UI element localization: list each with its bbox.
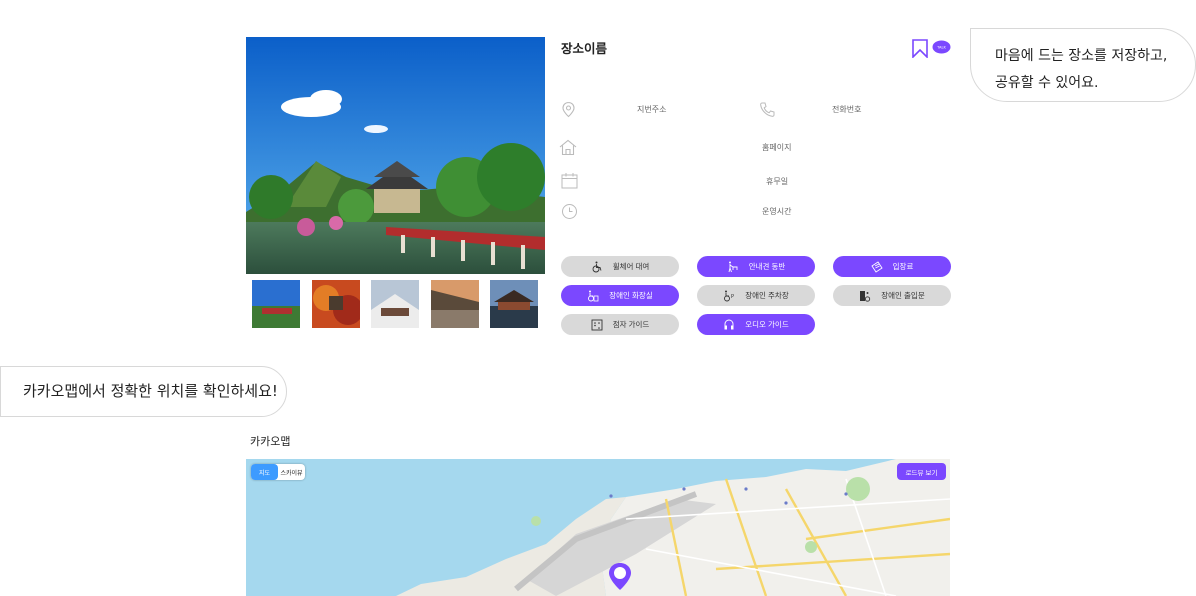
clock-icon	[561, 203, 578, 220]
feature-label: 장애인 화장실	[609, 291, 653, 300]
accessible-door-icon	[859, 290, 871, 302]
wheelchair-icon	[591, 261, 603, 273]
audio-guide-icon	[723, 319, 735, 331]
thumbnail-2[interactable]	[312, 280, 360, 328]
kakao-map[interactable]	[246, 459, 950, 596]
feature-label: 안내견 동반	[748, 262, 786, 271]
thumbnail-1[interactable]	[252, 280, 300, 328]
feature-label: 오디오 가이드	[745, 320, 789, 329]
feature-braille-guide-button[interactable]: 점자 가이드	[561, 314, 679, 335]
address-text: 지번주소	[637, 105, 667, 114]
accessible-toilet-icon	[587, 290, 599, 302]
talk-icon-label: TALK	[936, 46, 946, 50]
roadview-button[interactable]: 로드뷰 보기	[897, 463, 946, 480]
feature-label: 점자 가이드	[612, 320, 650, 329]
feature-admission-fee-button[interactable]: 입장료	[833, 256, 951, 277]
feature-accessible-toilet-button[interactable]: 장애인 화장실	[561, 285, 679, 306]
feature-label: 휠체어 대여	[612, 262, 650, 271]
tooltip-line-1: 마음에 드는 장소를 저장하고,	[995, 48, 1168, 64]
thumbnail-4[interactable]	[431, 280, 479, 328]
main-place-photo[interactable]	[246, 37, 545, 274]
guide-dog-icon	[727, 261, 739, 273]
feature-label: 장애인 주차장	[745, 291, 789, 300]
bookmark-icon[interactable]	[911, 39, 929, 59]
braille-icon	[591, 319, 603, 331]
feature-label: 입장료	[892, 262, 914, 271]
feature-label: 장애인 출입문	[881, 291, 925, 300]
feature-accessible-door-button[interactable]: 장애인 출입문	[833, 285, 951, 306]
feature-wheelchair-rental-button[interactable]: 휠체어 대여	[561, 256, 679, 277]
tooltip-line-2: 공유할 수 있어요.	[995, 75, 1099, 91]
homepage-text[interactable]: 홈페이지	[762, 142, 791, 153]
ticket-icon	[871, 260, 883, 273]
map-hint-tooltip: 카카오맵에서 정확한 위치를 확인하세요!	[0, 366, 287, 417]
phone-text: 전화번호	[832, 105, 862, 114]
feature-accessible-parking-button[interactable]: P 장애인 주차장	[697, 285, 815, 306]
feature-guide-dog-button[interactable]: 안내견 동반	[697, 256, 815, 277]
svg-text:P: P	[731, 294, 734, 300]
thumbnail-5[interactable]	[490, 280, 538, 328]
thumbnail-3[interactable]	[371, 280, 419, 328]
map-tab-skyview[interactable]: 스카이뷰	[278, 464, 305, 480]
map-type-tabs: 지도 스카이뷰	[251, 464, 305, 480]
thumbnail-strip	[252, 280, 542, 330]
place-name: 장소이름	[561, 41, 608, 56]
feature-audio-guide-button[interactable]: 오디오 가이드	[697, 314, 815, 335]
map-tab-map[interactable]: 지도	[251, 464, 278, 480]
save-share-tooltip: 마음에 드는 장소를 저장하고, 공유할 수 있어요.	[970, 28, 1196, 102]
home-icon	[559, 139, 577, 156]
kakaotalk-share-icon[interactable]: TALK	[932, 40, 951, 55]
accessible-parking-icon: P	[723, 290, 735, 302]
location-pin-icon	[560, 101, 577, 118]
hours-text: 운영시간	[762, 207, 792, 216]
page: 장소이름 TALK 지번주소 전화번호 홈페이지 휴무일 운영시간 휠체어 대여…	[0, 0, 1196, 596]
holiday-text: 휴무일	[766, 177, 789, 186]
calendar-icon	[561, 172, 578, 189]
phone-icon	[759, 101, 776, 118]
map-section-title: 카카오맵	[250, 435, 291, 448]
